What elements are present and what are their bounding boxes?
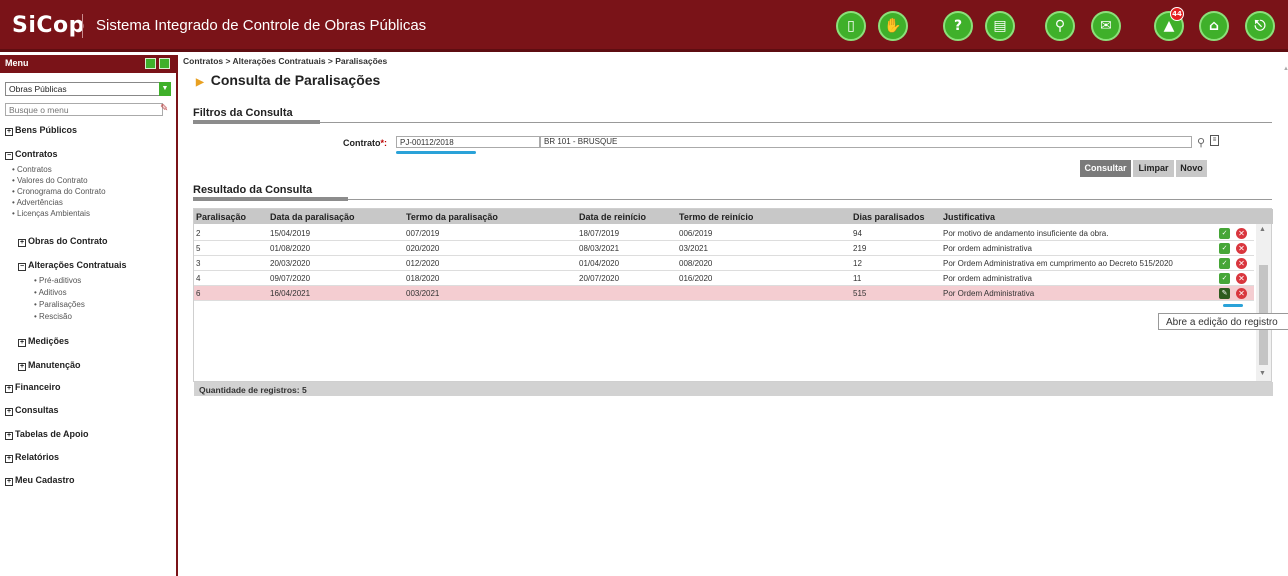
- menu-tabelas-apoio[interactable]: + Tabelas de Apoio: [5, 429, 89, 440]
- top-bar: SiCop Sistema Integrado de Controle de O…: [0, 0, 1288, 52]
- menu-obras-contrato[interactable]: + Obras do Contrato: [18, 236, 108, 247]
- menu-contratos[interactable]: − Contratos: [5, 149, 58, 160]
- module-select-value: Obras Públicas: [9, 84, 67, 94]
- delete-icon[interactable]: ✕: [1236, 258, 1247, 269]
- edit-tooltip: Abre a edição do registro: [1158, 313, 1288, 330]
- results-section-title: Resultado da Consulta: [193, 184, 313, 196]
- filters-divider: [193, 122, 1272, 123]
- highlight-underline: [1223, 304, 1243, 307]
- submenu-contratos[interactable]: • Contratos: [12, 165, 52, 174]
- results-table: Paralisação Data da paralisação Termo da…: [193, 208, 1273, 396]
- highlight-underline: [396, 151, 476, 154]
- menu-financeiro[interactable]: + Financeiro: [5, 382, 61, 393]
- submenu-paralisacoes[interactable]: • Paralisações: [34, 300, 85, 309]
- menu-bens-publicos[interactable]: + Bens Públicos: [5, 125, 77, 136]
- table-row-selected[interactable]: 6 16/04/2021 003/2021 515 Por Ordem Admi…: [194, 286, 1254, 301]
- notification-badge: 44: [1170, 7, 1184, 21]
- menu-relatorios[interactable]: + Relatórios: [5, 452, 59, 463]
- menu-meu-cadastro[interactable]: + Meu Cadastro: [5, 475, 75, 486]
- table-row[interactable]: 4 09/07/2020 018/2020 20/07/2020 016/202…: [194, 271, 1254, 286]
- col-data-reinicio[interactable]: Data de reinício: [579, 212, 646, 222]
- app-title: Sistema Integrado de Controle de Obras P…: [96, 17, 427, 34]
- consultar-button[interactable]: Consultar: [1080, 160, 1131, 177]
- edit-icon[interactable]: ✓: [1219, 243, 1230, 254]
- logo-separator: [82, 14, 83, 38]
- notification-icon[interactable]: ▲ 44: [1154, 7, 1184, 41]
- col-paralisacao[interactable]: Paralisação: [196, 212, 246, 222]
- menu-header: Menu: [0, 55, 176, 73]
- submenu-licencas[interactable]: • Licenças Ambientais: [12, 209, 90, 218]
- help-icon[interactable]: ?: [943, 11, 973, 41]
- eraser-icon[interactable]: ✎: [160, 103, 168, 114]
- title-bullet-icon: ▶: [196, 77, 204, 88]
- page-scroll-up-icon[interactable]: ▲: [1283, 66, 1288, 72]
- mobile-icon[interactable]: ▯: [836, 11, 866, 41]
- document-icon[interactable]: ≡: [1210, 135, 1219, 146]
- book-icon[interactable]: ▤: [985, 11, 1015, 41]
- contrato-input[interactable]: [396, 136, 540, 148]
- edit-icon[interactable]: ✓: [1219, 273, 1230, 284]
- page-title: ▶ Consulta de Paralisações: [196, 72, 381, 88]
- menu-manutencao[interactable]: + Manutenção: [18, 360, 81, 371]
- breadcrumb: Contratos > Alterações Contratuais > Par…: [183, 56, 388, 66]
- col-termo-reinicio[interactable]: Termo de reinício: [679, 212, 753, 222]
- chevron-down-icon[interactable]: ▼: [159, 82, 171, 96]
- table-scrollbar[interactable]: ▲ ▼: [1256, 224, 1271, 381]
- app-logo: SiCop: [12, 13, 85, 38]
- results-divider: [193, 199, 1272, 200]
- col-termo-paralisacao[interactable]: Termo da paralisação: [406, 212, 498, 222]
- menu-alteracoes-contratuais[interactable]: − Alterações Contratuais: [18, 260, 127, 271]
- menu-consultas[interactable]: + Consultas: [5, 405, 59, 416]
- edit-icon[interactable]: ✎: [1219, 288, 1230, 299]
- table-header: Paralisação Data da paralisação Termo da…: [194, 209, 1273, 224]
- contrato-label: Contrato*:: [343, 138, 387, 148]
- submenu-pre-aditivos[interactable]: • Pré-aditivos: [34, 276, 81, 285]
- submenu-valores-contrato[interactable]: • Valores do Contrato: [12, 176, 88, 185]
- submenu-advertencias[interactable]: • Advertências: [12, 198, 63, 207]
- col-dias-paralisados[interactable]: Dias paralisados: [853, 212, 925, 222]
- delete-icon[interactable]: ✕: [1236, 288, 1247, 299]
- record-count: Quantidade de registros: 5: [194, 382, 1273, 396]
- limpar-button[interactable]: Limpar: [1133, 160, 1174, 177]
- filters-section-title: Filtros da Consulta: [193, 107, 293, 119]
- table-row[interactable]: 2 15/04/2019 007/2019 18/07/2019 006/201…: [194, 226, 1254, 241]
- delete-icon[interactable]: ✕: [1236, 243, 1247, 254]
- home-icon[interactable]: ⌂: [1199, 11, 1229, 41]
- edit-icon[interactable]: ✓: [1219, 258, 1230, 269]
- menu-medicoes[interactable]: + Medições: [18, 336, 69, 347]
- submenu-cronograma[interactable]: • Cronograma do Contrato: [12, 187, 106, 196]
- handshake-icon[interactable]: ✋: [878, 11, 908, 41]
- submenu-rescisao[interactable]: • Rescisão: [34, 312, 72, 321]
- edit-icon[interactable]: ✓: [1219, 228, 1230, 239]
- submenu-aditivos[interactable]: • Aditivos: [34, 288, 67, 297]
- scroll-down-icon[interactable]: ▼: [1259, 370, 1266, 377]
- filters-tab-bar: [193, 120, 320, 124]
- collapse-all-icon[interactable]: [159, 58, 170, 69]
- table-row[interactable]: 3 20/03/2020 012/2020 01/04/2020 008/202…: [194, 256, 1254, 271]
- scroll-up-icon[interactable]: ▲: [1259, 226, 1266, 233]
- delete-icon[interactable]: ✕: [1236, 273, 1247, 284]
- logout-icon[interactable]: ⎋: [1245, 11, 1275, 41]
- col-justificativa[interactable]: Justificativa: [943, 212, 995, 222]
- search-icon[interactable]: ⚲: [1045, 11, 1075, 41]
- expand-all-icon[interactable]: [145, 58, 156, 69]
- delete-icon[interactable]: ✕: [1236, 228, 1247, 239]
- menu-label: Menu: [5, 58, 29, 68]
- table-row[interactable]: 5 01/08/2020 020/2020 08/03/2021 03/2021…: [194, 241, 1254, 256]
- results-tab-bar: [193, 197, 348, 201]
- contrato-description: BR 101 - BRUSQUE: [540, 136, 1192, 148]
- col-data-paralisacao[interactable]: Data da paralisação: [270, 212, 355, 222]
- novo-button[interactable]: Novo: [1176, 160, 1207, 177]
- sidebar: Menu Obras Públicas ▼ ✎ +Bens Públicos −…: [0, 55, 178, 576]
- module-select[interactable]: Obras Públicas ▼: [5, 82, 171, 96]
- mail-icon[interactable]: ✉: [1091, 11, 1121, 41]
- magnifier-icon[interactable]: ⚲: [1197, 136, 1205, 149]
- menu-search-input[interactable]: [5, 103, 163, 116]
